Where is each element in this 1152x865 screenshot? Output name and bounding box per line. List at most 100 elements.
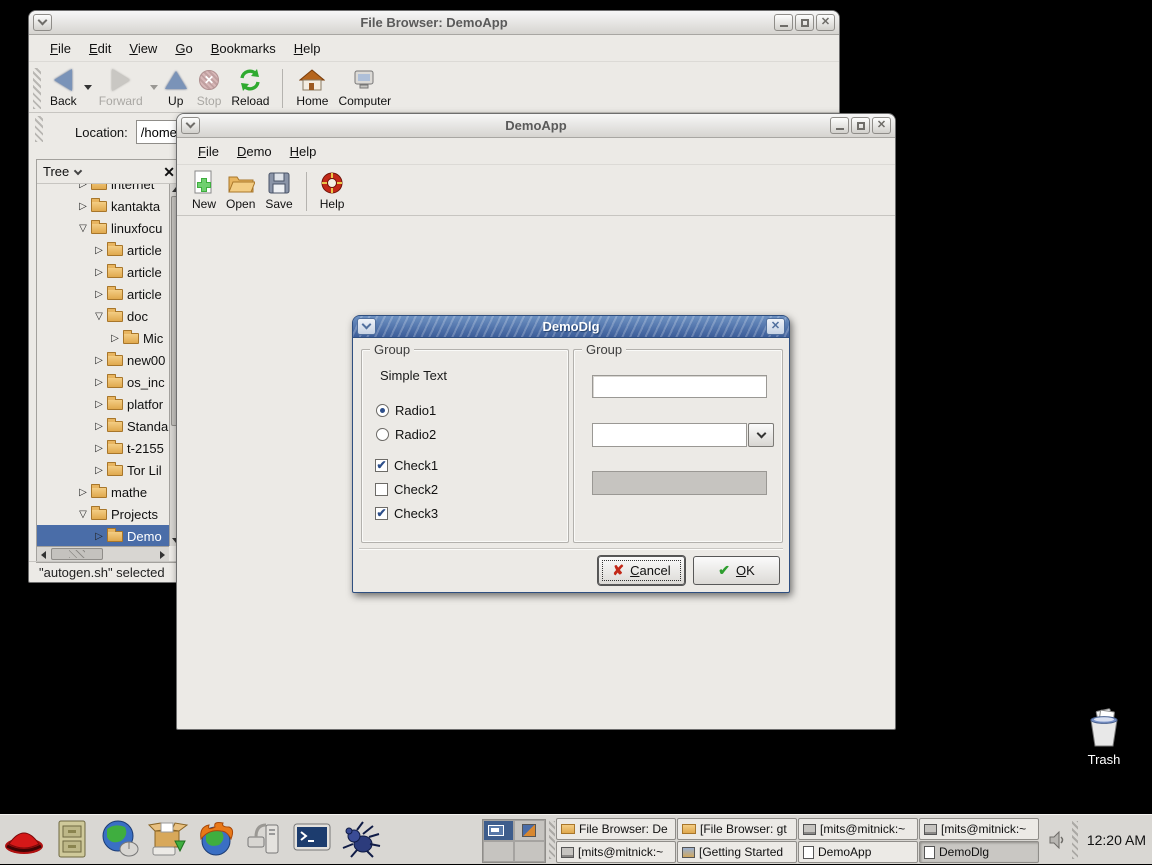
tree-row[interactable]: ▷kantakta — [37, 195, 169, 217]
tree-row[interactable]: ▷internet — [37, 184, 169, 195]
chevron-down-icon[interactable] — [74, 166, 82, 174]
workspace-2[interactable] — [514, 820, 545, 841]
text-input[interactable] — [592, 375, 767, 398]
scroll-right-icon[interactable] — [160, 551, 165, 559]
expander-icon[interactable]: ▷ — [93, 399, 105, 410]
tree-row[interactable]: ▷mathe — [37, 481, 169, 503]
horizontal-scroll-thumb[interactable] — [51, 548, 103, 560]
expander-icon[interactable]: ▷ — [93, 355, 105, 366]
close-button[interactable]: ✕ — [816, 14, 835, 31]
radio2-option[interactable]: Radio2 — [376, 427, 436, 442]
tree-row[interactable]: ▷t-2155 — [37, 437, 169, 459]
menu-bookmarks[interactable]: Bookmarks — [202, 37, 285, 60]
tree-row[interactable]: ▷os_inc — [37, 371, 169, 393]
package-installer-launcher[interactable] — [146, 817, 190, 861]
maximize-button[interactable] — [851, 117, 870, 134]
cancel-button[interactable]: ✘ Cancel — [598, 556, 685, 585]
task-terminal-3[interactable]: [mits@mitnick:~ — [556, 841, 676, 863]
workspace-1-active[interactable] — [483, 820, 514, 841]
expander-icon[interactable]: ▽ — [77, 223, 89, 234]
menu-help[interactable]: Help — [285, 37, 330, 60]
check3-option[interactable]: ✔ Check3 — [375, 506, 438, 521]
task-demoapp[interactable]: DemoApp — [798, 841, 918, 863]
close-button[interactable]: ✕ — [872, 117, 891, 134]
forward-dropdown-arrow[interactable] — [150, 85, 158, 90]
expander-icon[interactable]: ▷ — [93, 245, 105, 256]
bug-report-launcher[interactable] — [338, 817, 382, 861]
tree-horizontal-scrollbar[interactable] — [37, 546, 169, 562]
tree-row[interactable]: ▽linuxfocu — [37, 217, 169, 239]
new-button[interactable]: New — [187, 168, 221, 213]
open-button[interactable]: Open — [221, 168, 260, 213]
expander-icon[interactable]: ▷ — [93, 267, 105, 278]
tree-row[interactable]: ▷Standa — [37, 415, 169, 437]
stop-button[interactable]: ✕ Stop — [192, 65, 227, 110]
workspace-3[interactable] — [483, 841, 514, 862]
tree-row[interactable]: ▷new00 — [37, 349, 169, 371]
tree-row[interactable]: ▷article — [37, 261, 169, 283]
help-button[interactable]: Help — [315, 168, 350, 213]
minimize-button[interactable] — [774, 14, 793, 31]
sidebar-header-label[interactable]: Tree — [43, 164, 69, 179]
radio1-option[interactable]: Radio1 — [376, 403, 436, 418]
demodlg-titlebar[interactable]: DemoDlg ✕ — [353, 316, 789, 338]
menu-go[interactable]: Go — [166, 37, 201, 60]
menu-edit[interactable]: Edit — [80, 37, 120, 60]
tree-row[interactable]: ▷article — [37, 283, 169, 305]
task-terminal-2[interactable]: [mits@mitnick:~ — [919, 818, 1039, 840]
maximize-button[interactable] — [795, 14, 814, 31]
back-button[interactable]: Back — [45, 65, 82, 110]
up-button[interactable]: Up — [160, 65, 192, 110]
workspace-4[interactable] — [514, 841, 545, 862]
task-getting-started[interactable]: [Getting Started — [677, 841, 797, 863]
expander-icon[interactable]: ▷ — [77, 487, 89, 498]
combo-dropdown-button[interactable] — [748, 423, 774, 447]
tree-row[interactable]: ▽Projects — [37, 503, 169, 525]
menu-view[interactable]: View — [120, 37, 166, 60]
panel-drag-handle[interactable] — [1072, 821, 1078, 859]
checkbox-checked-icon[interactable]: ✔ — [375, 507, 388, 520]
close-button[interactable]: ✕ — [766, 318, 785, 335]
web-browser-launcher[interactable] — [98, 817, 142, 861]
check1-option[interactable]: ✔ Check1 — [375, 458, 438, 473]
tree-row[interactable]: ▷Mic — [37, 327, 169, 349]
expander-icon[interactable]: ▷ — [77, 201, 89, 212]
radio-selected-icon[interactable] — [376, 404, 389, 417]
expander-icon[interactable]: ▽ — [93, 311, 105, 322]
web-browser-flame-launcher[interactable] — [194, 817, 238, 861]
menu-demo[interactable]: Demo — [228, 140, 281, 163]
combo-box[interactable] — [592, 423, 774, 447]
tree-row-selected[interactable]: ▷Demo — [37, 525, 169, 546]
task-file-browser[interactable]: File Browser: De — [556, 818, 676, 840]
tree-row[interactable]: ▷platfor — [37, 393, 169, 415]
toolbar-drag-handle[interactable] — [33, 68, 41, 109]
volume-control[interactable] — [1048, 831, 1066, 849]
expander-icon[interactable]: ▷ — [93, 465, 105, 476]
scroll-left-icon[interactable] — [41, 551, 46, 559]
reload-button[interactable]: Reload — [226, 65, 274, 110]
forward-button[interactable]: Forward — [94, 65, 148, 110]
ok-button[interactable]: ✔ OK — [693, 556, 780, 585]
task-file-browser-2[interactable]: [File Browser: gt — [677, 818, 797, 840]
check2-option[interactable]: Check2 — [375, 482, 438, 497]
trash-shortcut[interactable]: Trash — [1076, 708, 1132, 767]
sidebar-close-icon[interactable]: ✕ — [163, 165, 175, 179]
expander-icon[interactable]: ▷ — [93, 443, 105, 454]
save-button[interactable]: Save — [260, 168, 297, 213]
expander-icon[interactable]: ▷ — [93, 289, 105, 300]
panel-drag-handle[interactable] — [549, 821, 555, 859]
task-demodlg[interactable]: DemoDlg — [919, 841, 1039, 863]
expander-icon[interactable]: ▽ — [77, 509, 89, 520]
expander-icon[interactable]: ▷ — [93, 421, 105, 432]
locationbar-drag-handle[interactable] — [35, 116, 43, 142]
hardware-config-launcher[interactable] — [242, 817, 286, 861]
tree-row[interactable]: ▷Tor Lil — [37, 459, 169, 481]
file-manager-launcher[interactable] — [50, 817, 94, 861]
expander-icon[interactable]: ▷ — [93, 377, 105, 388]
workspace-switcher[interactable] — [482, 819, 546, 863]
tree-row[interactable]: ▽doc — [37, 305, 169, 327]
minimize-button[interactable] — [830, 117, 849, 134]
checkbox-unchecked-icon[interactable] — [375, 483, 388, 496]
checkbox-checked-icon[interactable]: ✔ — [375, 459, 388, 472]
task-terminal-1[interactable]: [mits@mitnick:~ — [798, 818, 918, 840]
